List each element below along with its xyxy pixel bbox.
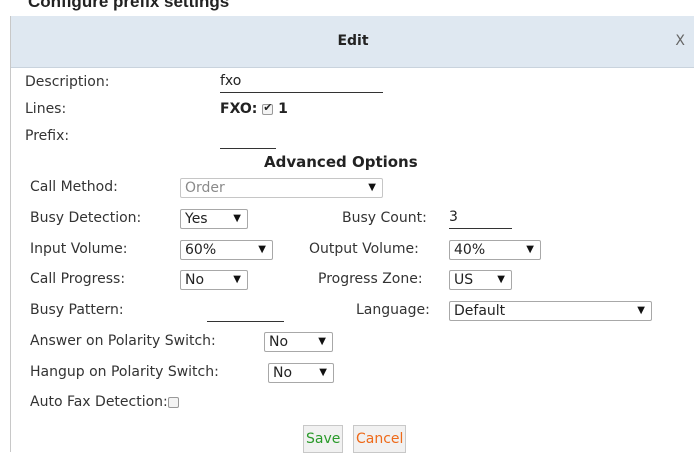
chevron-down-icon: ▼	[233, 274, 241, 285]
chevron-down-icon: ▼	[319, 367, 327, 378]
input-volume-select[interactable]: 60% ▼	[180, 240, 273, 260]
call-method-label: Call Method:	[30, 179, 118, 195]
line-1-label: 1	[278, 101, 288, 117]
chevron-down-icon: ▼	[318, 336, 326, 347]
output-volume-label: Output Volume:	[309, 241, 419, 257]
answer-polarity-value: No	[269, 334, 289, 350]
busy-detection-label: Busy Detection:	[30, 210, 142, 226]
hangup-polarity-select[interactable]: No ▼	[268, 363, 334, 383]
progress-zone-select[interactable]: US ▼	[449, 270, 512, 290]
description-field[interactable]: fxo	[220, 73, 383, 93]
partial-heading: Configure prefix settings	[28, 0, 230, 11]
chevron-down-icon: ▼	[497, 274, 505, 285]
line-1-checkbox[interactable]	[262, 101, 274, 115]
lines-group-label: FXO:	[220, 101, 258, 117]
busy-pattern-label: Busy Pattern:	[30, 302, 124, 318]
lines-label: Lines:	[25, 101, 67, 117]
input-volume-value: 60%	[185, 242, 217, 258]
language-value: Default	[454, 303, 506, 319]
hangup-polarity-label: Hangup on Polarity Switch:	[30, 364, 219, 380]
language-select[interactable]: Default ▼	[449, 301, 652, 321]
call-progress-select[interactable]: No ▼	[180, 270, 248, 290]
chevron-down-icon: ▼	[637, 305, 645, 316]
auto-fax-label: Auto Fax Detection:	[30, 394, 168, 410]
save-button[interactable]: Save	[303, 425, 344, 453]
chevron-down-icon: ▼	[368, 182, 376, 193]
output-volume-value: 40%	[454, 242, 486, 258]
chevron-down-icon: ▼	[233, 213, 241, 224]
progress-zone-value: US	[454, 272, 474, 288]
call-method-value: Order	[185, 180, 225, 196]
dialog-title: Edit	[337, 33, 369, 49]
busy-count-value: 3	[449, 209, 458, 225]
busy-detection-value: Yes	[185, 211, 208, 227]
prefix-field[interactable]	[220, 130, 276, 149]
input-volume-label: Input Volume:	[30, 241, 128, 257]
chevron-down-icon: ▼	[258, 244, 266, 255]
description-label: Description:	[25, 74, 110, 90]
busy-count-field[interactable]: 3	[449, 209, 512, 229]
busy-detection-select[interactable]: Yes ▼	[180, 209, 248, 229]
prefix-label: Prefix:	[25, 128, 70, 144]
chevron-down-icon: ▼	[526, 244, 534, 255]
advanced-options-heading: Advanced Options	[264, 153, 418, 171]
answer-polarity-select[interactable]: No ▼	[264, 332, 333, 352]
lines-group: FXO: 1	[220, 101, 288, 118]
auto-fax-row: Auto Fax Detection:	[30, 394, 179, 410]
close-icon[interactable]: X	[675, 16, 685, 67]
language-label: Language:	[356, 302, 430, 318]
call-progress-value: No	[185, 272, 205, 288]
progress-zone-label: Progress Zone:	[318, 271, 423, 287]
busy-pattern-field[interactable]	[207, 303, 284, 322]
description-value: fxo	[220, 73, 242, 89]
busy-count-label: Busy Count:	[342, 210, 427, 226]
cancel-button[interactable]: Cancel	[353, 425, 407, 453]
answer-polarity-label: Answer on Polarity Switch:	[30, 333, 216, 349]
auto-fax-checkbox[interactable]	[167, 396, 179, 408]
hangup-polarity-value: No	[273, 365, 293, 381]
output-volume-select[interactable]: 40% ▼	[449, 240, 541, 260]
dialog-titlebar: Edit X	[11, 16, 694, 68]
call-method-select[interactable]: Order ▼	[180, 178, 383, 198]
call-progress-label: Call Progress:	[30, 271, 126, 287]
